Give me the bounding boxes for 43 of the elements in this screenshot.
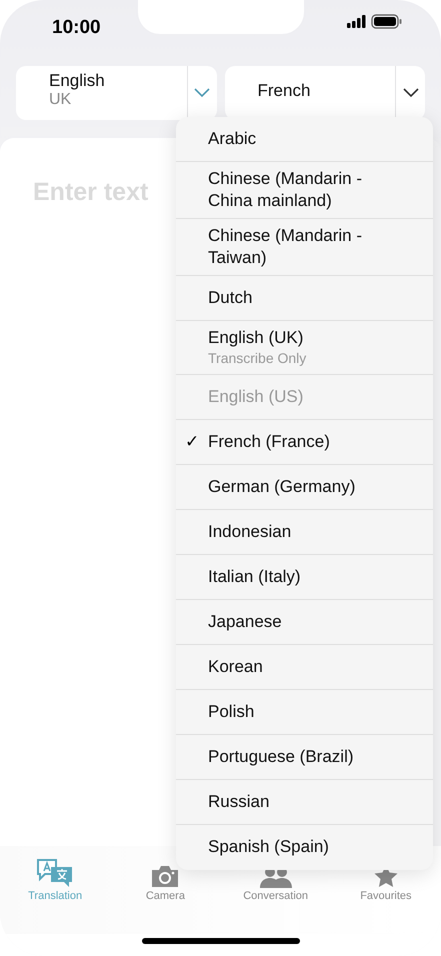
- target-language-selector[interactable]: French: [224, 66, 425, 120]
- language-label: Spanish (Spain): [208, 836, 329, 858]
- language-label: Chinese (Mandarin - Taiwan): [208, 225, 364, 270]
- checkmark-icon: ✓: [185, 432, 199, 451]
- translate-icon: [36, 858, 74, 888]
- language-label: Polish: [208, 700, 254, 723]
- language-option[interactable]: German (Germany): [176, 464, 433, 510]
- language-option[interactable]: Portuguese (Brazil): [176, 734, 433, 780]
- language-option[interactable]: Korean: [176, 644, 433, 690]
- language-label: Indonesian: [208, 520, 292, 543]
- source-language-selector[interactable]: English UK: [16, 66, 216, 120]
- language-note: Transcribe Only: [208, 349, 306, 368]
- signal-battery-icon: [347, 14, 403, 30]
- language-option[interactable]: Chinese (Mandarin - China mainland): [176, 162, 433, 220]
- language-label: French (France): [208, 430, 330, 453]
- language-name: French: [258, 82, 312, 101]
- language-label: English (US): [208, 386, 304, 408]
- language-option[interactable]: Chinese (Mandarin - Taiwan): [176, 219, 433, 276]
- language-option[interactable]: Indonesian: [176, 510, 433, 555]
- chevron-down-icon: [194, 88, 210, 98]
- language-option[interactable]: Arabic: [176, 117, 433, 162]
- language-option[interactable]: Polish: [176, 690, 433, 735]
- language-name: English: [49, 72, 106, 91]
- language-option[interactable]: Russian: [176, 780, 433, 825]
- language-region: UK: [49, 90, 72, 108]
- language-label: Italian (Italy): [208, 566, 301, 588]
- language-label: Portuguese (Brazil): [208, 746, 354, 768]
- language-label: Korean: [208, 656, 263, 678]
- status-time: 10:00: [52, 16, 101, 40]
- language-label: Arabic: [208, 128, 256, 150]
- language-option[interactable]: Japanese: [176, 600, 433, 645]
- language-label: Dutch: [208, 287, 252, 310]
- language-option[interactable]: ✓ French (France): [176, 420, 433, 465]
- language-label: Japanese: [208, 610, 282, 633]
- camera-icon: [150, 864, 180, 888]
- language-option[interactable]: Dutch: [176, 276, 433, 322]
- chevron-down-icon: [402, 88, 418, 98]
- language-label: Chinese (Mandarin - China mainland): [208, 168, 364, 212]
- language-label: German (Germany): [208, 476, 356, 498]
- language-label: English (UK): [208, 327, 304, 350]
- language-option[interactable]: Italian (Italy): [176, 554, 433, 600]
- language-label: Russian: [208, 790, 270, 813]
- language-option[interactable]: English (UK) Transcribe Only: [176, 321, 433, 375]
